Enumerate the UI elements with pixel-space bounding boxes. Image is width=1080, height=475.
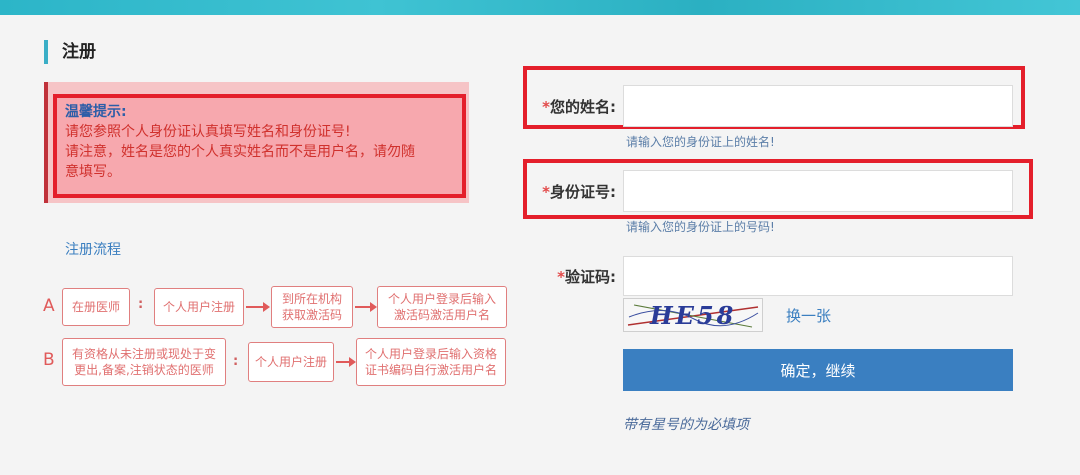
captcha-image[interactable]: HE58 (623, 298, 763, 332)
flow-b-step-1: 有资格从未注册或现处于变 更出,备案,注销状态的医师 (62, 338, 226, 386)
tip-line-2: 请注意，姓名是您的个人真实姓名而不是用户名，请勿随 (65, 144, 415, 160)
flow-a-step-2: 个人用户注册 (154, 288, 244, 326)
name-label-text: 您的姓名: (550, 98, 616, 116)
flow-a-arrow-2 (355, 302, 377, 312)
submit-continue-button[interactable]: 确定，继续 (623, 349, 1013, 391)
name-label: *您的姓名: (530, 96, 616, 117)
captcha-input[interactable] (623, 256, 1013, 296)
id-label-text: 身份证号: (550, 183, 616, 201)
captcha-required-star: * (557, 268, 565, 286)
flow-b-step-2: 个人用户注册 (248, 342, 334, 382)
flow-b-colon: : (233, 354, 239, 369)
name-hint: 请输入您的身份证上的姓名! (626, 135, 775, 149)
captcha-label: *验证码: (530, 266, 616, 287)
id-hint: 请输入您的身份证上的号码! (626, 220, 775, 234)
page-title: 注册 (44, 40, 96, 64)
flow-row-a-letter: A (43, 296, 55, 316)
flow-row-b-letter: B (43, 350, 55, 370)
required-note: 带有星号的为必填项 (623, 417, 749, 433)
id-required-star: * (542, 183, 550, 201)
id-label: *身份证号: (530, 181, 616, 202)
top-banner (0, 0, 1080, 15)
name-required-star: * (542, 98, 550, 116)
captcha-image-text: HE58 (650, 301, 737, 330)
flow-a-colon: : (138, 297, 144, 312)
tip-line-1: 请您参照个人身份证认真填写姓名和身份证号! (65, 124, 351, 140)
flow-a-step-4: 个人用户登录后输入 激活码激活用户名 (377, 286, 507, 328)
flow-a-step-1: 在册医师 (62, 288, 130, 326)
flow-b-step-3: 个人用户登录后输入资格 证书编码自行激活用户名 (356, 338, 506, 386)
flow-a-arrow-1 (246, 302, 270, 312)
refresh-captcha-link[interactable]: 换一张 (786, 305, 831, 326)
tip-line-3: 意填写。 (65, 164, 121, 180)
tip-highlight-box: 温馨提示: 请您参照个人身份证认真填写姓名和身份证号! 请注意，姓名是您的个人真… (53, 94, 466, 198)
flow-title: 注册流程 (65, 242, 121, 258)
flow-b-arrow-1 (336, 357, 356, 367)
id-number-input[interactable] (623, 170, 1013, 212)
tip-title: 温馨提示: (65, 104, 127, 120)
captcha-label-text: 验证码: (565, 268, 616, 286)
flow-a-step-3: 到所在机构 获取激活码 (271, 286, 353, 328)
name-input[interactable] (623, 85, 1013, 127)
